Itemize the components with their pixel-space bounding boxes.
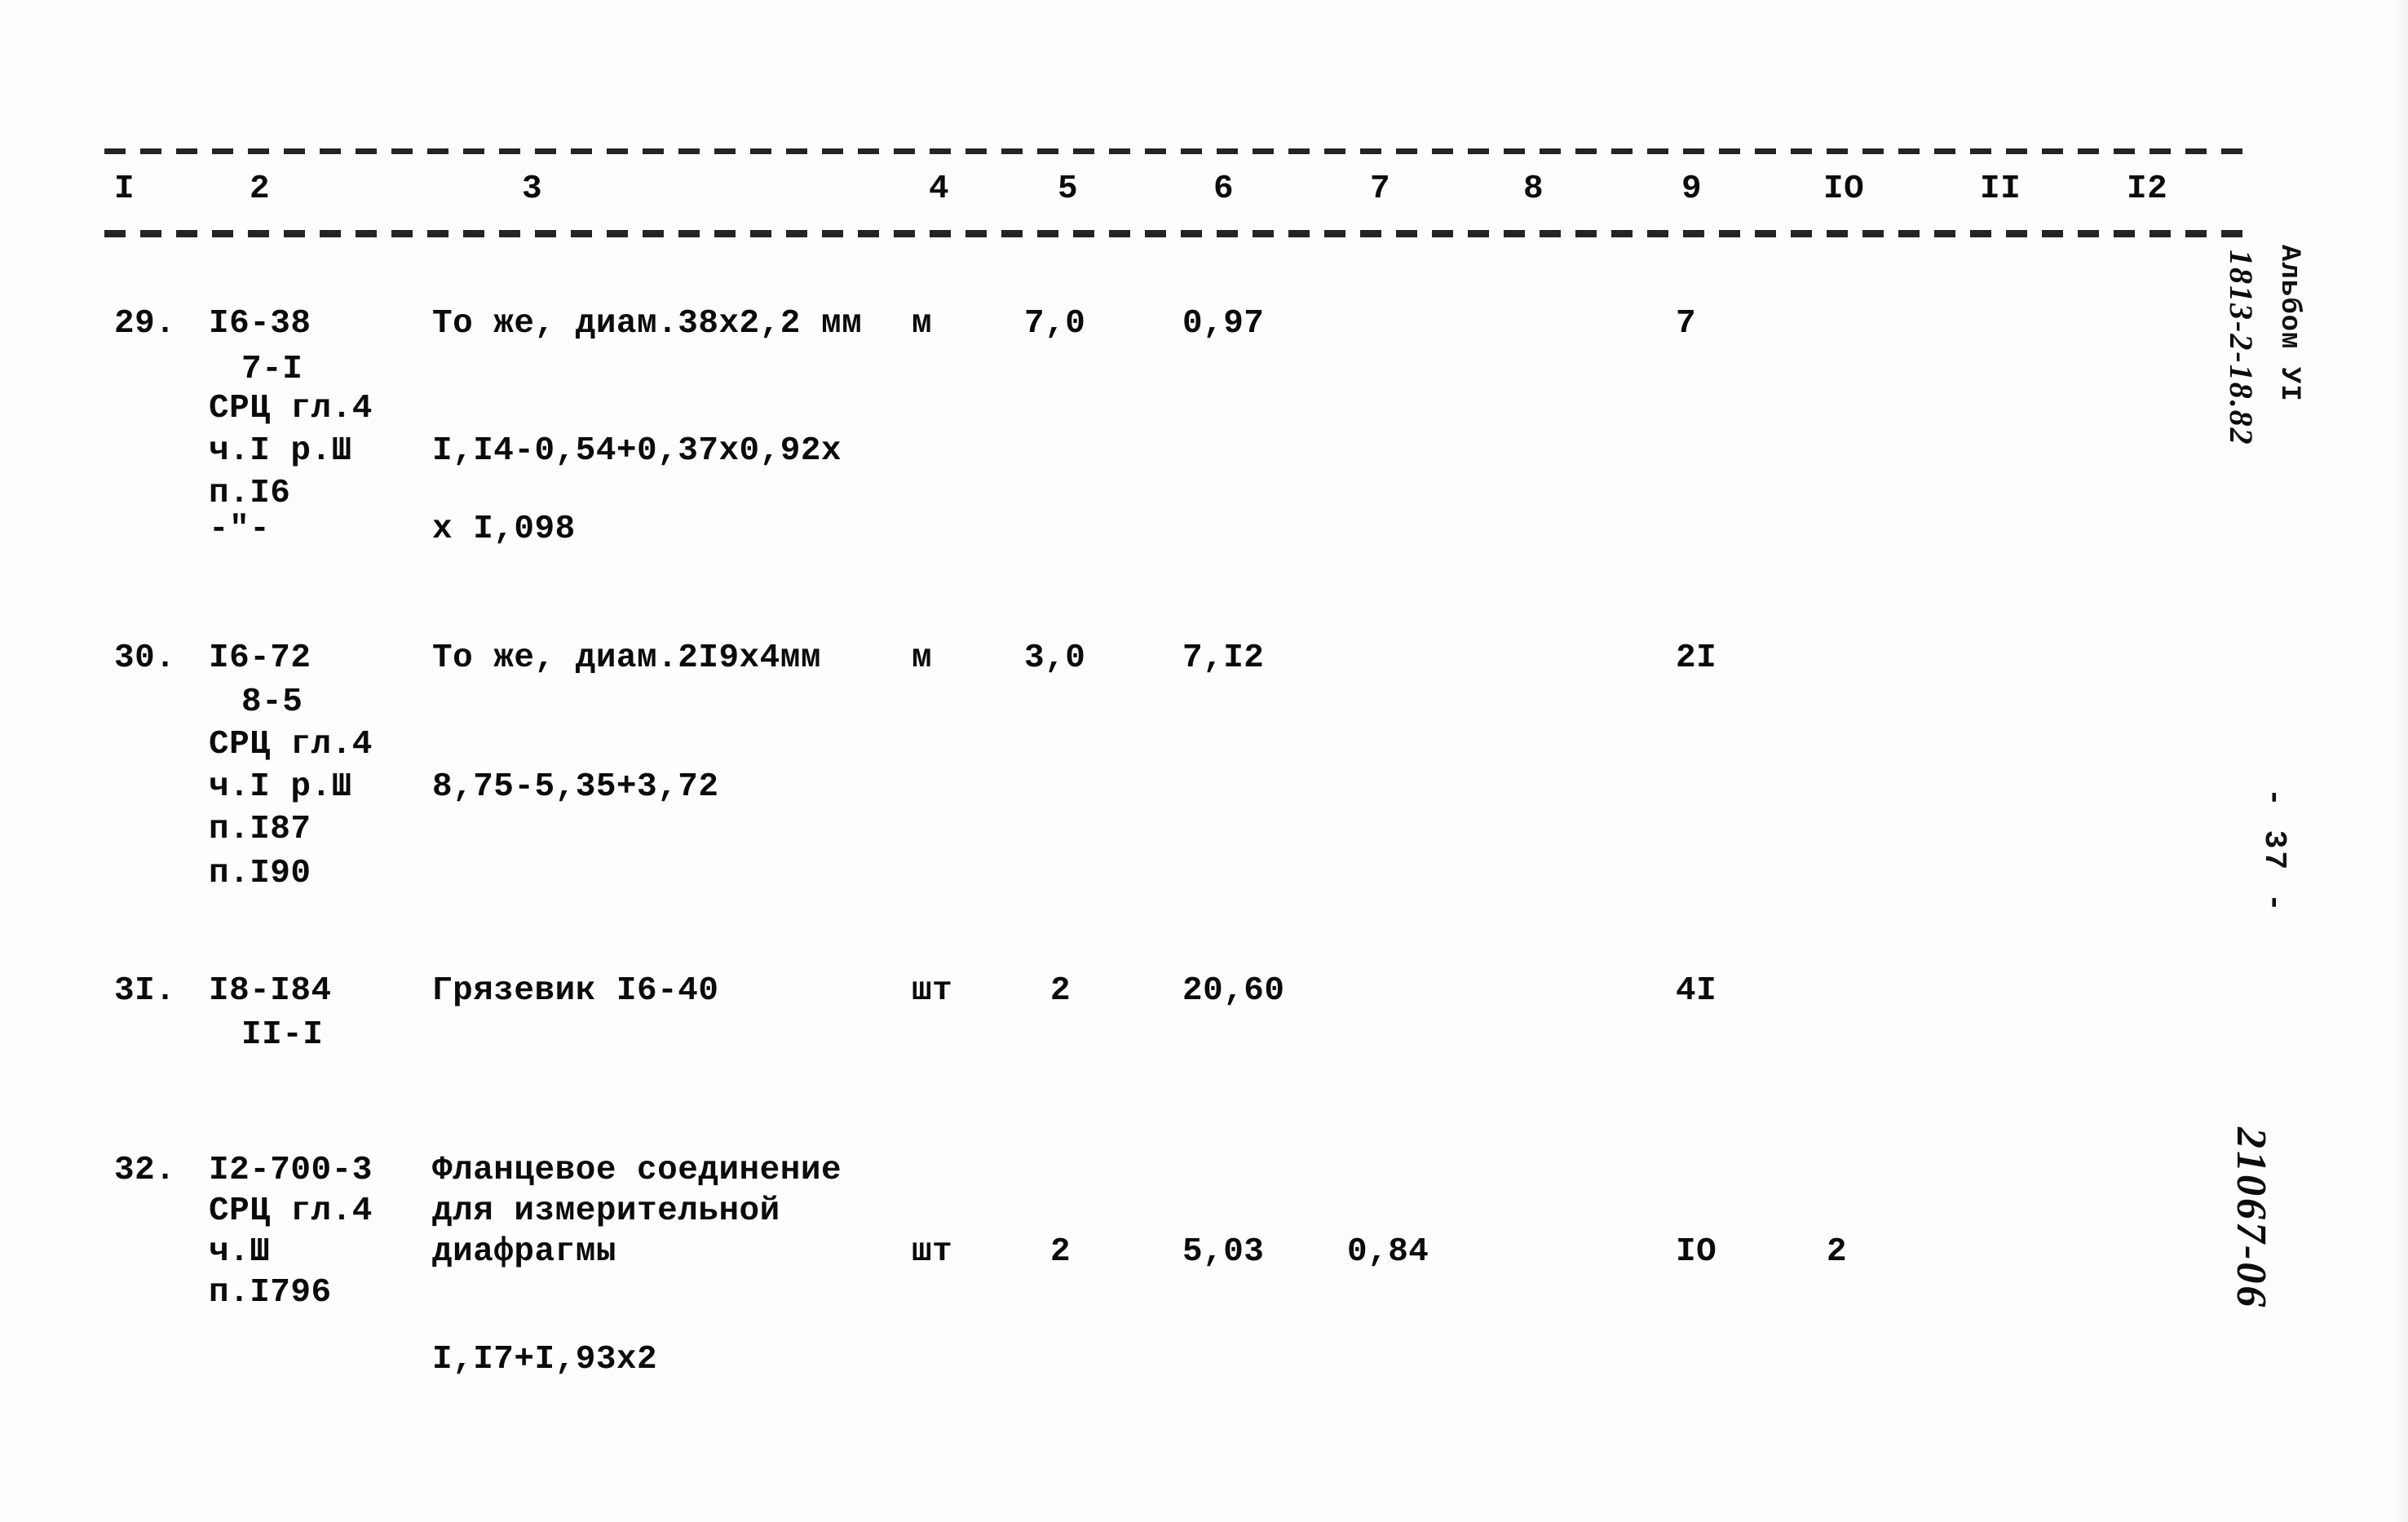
row-col7: 0,84: [1347, 1233, 1429, 1271]
column-header-8: 8: [1523, 170, 1544, 208]
column-header-11: II: [1980, 170, 2021, 208]
row-unit: м: [912, 305, 933, 343]
row-quantity: 2: [1050, 972, 1071, 1010]
row-description-line: диафрагмы: [432, 1233, 616, 1271]
row-code-line: СРЦ гл.4: [209, 726, 373, 763]
row-number: 30.: [114, 639, 176, 677]
row-price: 20,60: [1182, 972, 1285, 1010]
row-code-line: 8-5: [241, 684, 303, 721]
row-number: 32.: [114, 1152, 176, 1189]
row-col9: 2I: [1676, 639, 1717, 677]
row-code-line: I8-I84: [209, 972, 332, 1010]
row-description-formula: 8,75-5,35+3,72: [432, 768, 719, 806]
column-header-9: 9: [1681, 170, 1703, 208]
column-header-2: 2: [250, 170, 271, 208]
row-col9: 4I: [1676, 972, 1717, 1010]
page-number: - 37 -: [2256, 788, 2291, 914]
column-header-3: 3: [522, 170, 543, 208]
row-code-line: I6-72: [209, 639, 311, 677]
row-code-line: I6-38: [209, 305, 311, 343]
row-col9: IO: [1676, 1233, 1717, 1271]
row-number: 3I.: [114, 972, 176, 1010]
row-code-line: II-I: [241, 1016, 324, 1054]
row-description-line: То же, диам.2I9х4мм: [432, 639, 821, 677]
album-code-handwritten: 1813-2-18.82: [2223, 250, 2260, 446]
row-col10: 2: [1827, 1233, 1848, 1271]
column-header-12: I2: [2127, 170, 2168, 208]
album-stamp: Альбом УI: [2273, 245, 2304, 402]
scan-edge-shading: [2395, 0, 2408, 1522]
table-header-rule: [104, 230, 2249, 237]
row-price: 0,97: [1182, 305, 1265, 343]
column-header-6: 6: [1213, 170, 1235, 208]
row-code-line: п.I87: [209, 811, 311, 848]
row-code-line: п.I796: [209, 1274, 332, 1312]
row-col9: 7: [1676, 305, 1697, 343]
column-header-10: IO: [1823, 170, 1865, 208]
column-header-4: 4: [929, 170, 950, 208]
table-top-rule: [104, 148, 2249, 154]
row-number: 29.: [114, 305, 176, 343]
row-code-line: ч.I р.Ш: [209, 768, 352, 806]
row-price: 7,I2: [1182, 639, 1265, 677]
row-description-formula: I,I4-0,54+0,37х0,92х: [432, 432, 842, 470]
row-unit: м: [912, 639, 933, 677]
archive-code-handwritten: 21067-06: [2228, 1127, 2274, 1310]
column-header-7: 7: [1370, 170, 1391, 208]
row-description-line: Грязевик I6-40: [432, 972, 719, 1010]
row-code-line: СРЦ гл.4: [209, 390, 373, 427]
row-description-formula: х I,098: [432, 511, 576, 548]
column-header-1: I: [114, 170, 135, 208]
row-description-line: То же, диам.38х2,2 мм: [432, 305, 863, 343]
column-header-5: 5: [1058, 170, 1079, 208]
row-code-line: п.I90: [209, 855, 311, 892]
row-code-line: -"-: [209, 511, 271, 548]
row-description-formula: I,I7+I,93х2: [432, 1341, 658, 1378]
row-price: 5,03: [1182, 1233, 1265, 1271]
row-quantity: 2: [1050, 1233, 1071, 1271]
scanned-page: I 2 3 4 5 6 7 8 9 IO II I2 29. I6-38 7-I…: [0, 0, 2408, 1522]
row-unit: шт: [912, 1233, 953, 1271]
row-quantity: 3,0: [1024, 639, 1086, 677]
row-code-line: ч.I р.Ш: [209, 432, 352, 470]
row-unit: шт: [912, 972, 953, 1010]
row-quantity: 7,0: [1024, 305, 1086, 343]
